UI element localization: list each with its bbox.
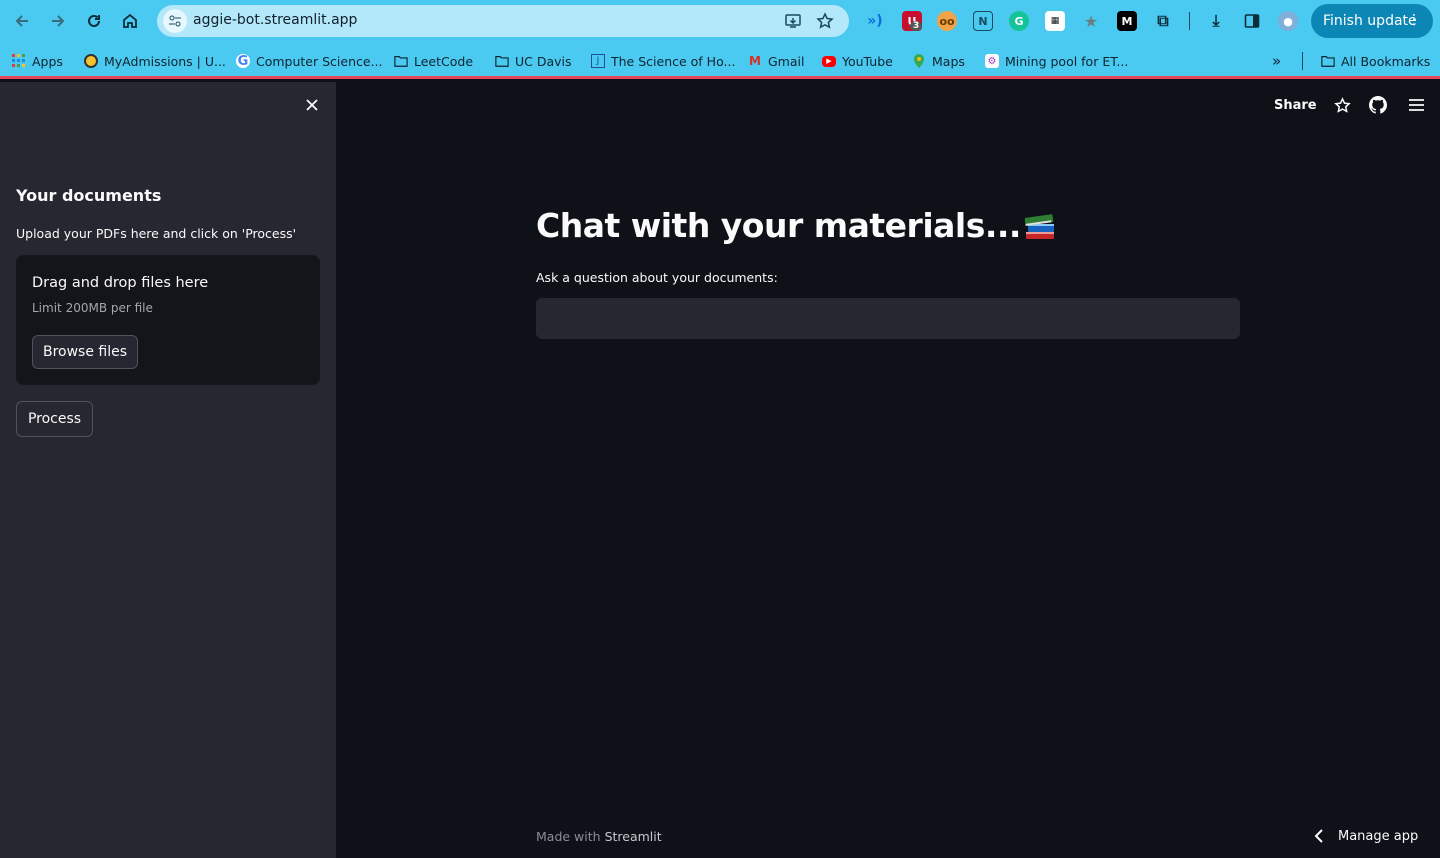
bookmark-label: Mining pool for ET... (1005, 53, 1129, 69)
dropzone-title: Drag and drop files here (32, 275, 209, 291)
page-icon: J (591, 54, 605, 68)
bookmark-uc-davis[interactable]: UC Davis (495, 51, 572, 71)
question-label: Ask a question about your documents: (536, 270, 778, 285)
reload-button[interactable] (81, 8, 107, 34)
sidebar: Your documents Upload your PDFs here and… (0, 82, 336, 858)
downloads-icon[interactable]: ⤓ (1206, 11, 1226, 31)
main-menu-button[interactable] (1406, 95, 1426, 115)
forward-arrow-icon (52, 15, 65, 27)
bookmark-label: The Science of Ho... (611, 53, 736, 69)
hamburger-menu-icon (1408, 99, 1424, 111)
myadmissions-icon (84, 54, 98, 68)
back-button[interactable] (9, 8, 35, 34)
all-bookmarks[interactable]: All Bookmarks (1321, 51, 1430, 71)
back-arrow-icon (15, 15, 28, 27)
bookmark-label: MyAdmissions | U... (104, 53, 226, 69)
manage-app-label: Manage app (1338, 828, 1419, 844)
address-bar[interactable]: aggie-bot.streamlit.app (157, 5, 849, 37)
close-icon (306, 99, 318, 111)
process-button[interactable]: Process (16, 401, 93, 437)
maps-icon (912, 54, 926, 68)
bookmark-youtube[interactable]: ▶ YouTube (822, 51, 893, 71)
extension-medium-icon[interactable]: M (1117, 11, 1137, 31)
bookmark-leetcode[interactable]: LeetCode (394, 51, 473, 71)
extensions-puzzle-icon[interactable]: ⧉ (1153, 11, 1173, 31)
bookmark-label: Maps (932, 53, 965, 69)
extension-shield-icon[interactable]: U 3 (902, 11, 923, 31)
bookmark-science-of-ho[interactable]: J The Science of Ho... (591, 51, 735, 71)
home-button[interactable] (117, 8, 143, 34)
bookmark-mining-pool[interactable]: ⚙ Mining pool for ET... (985, 51, 1128, 71)
bookmark-computer-science[interactable]: G Computer Science... (236, 51, 383, 71)
share-button[interactable]: Share (1274, 95, 1317, 115)
home-icon (123, 13, 137, 28)
forward-button[interactable] (45, 8, 71, 34)
folder-icon (495, 54, 509, 68)
extension-badge: 3 (910, 21, 923, 31)
toolbar-divider (1189, 12, 1190, 30)
more-bookmarks-icon[interactable]: » (1272, 51, 1281, 71)
extension-notion-icon[interactable]: N (973, 11, 993, 31)
dropzone-limit: Limit 200MB per file (32, 301, 153, 315)
books-icon (1024, 213, 1054, 239)
bookmark-label: Gmail (768, 53, 805, 69)
question-input[interactable] (536, 298, 1240, 339)
footer-streamlit-link[interactable]: Streamlit (605, 829, 662, 844)
bookmarks-divider (1302, 52, 1303, 70)
bookmark-label: Apps (32, 53, 63, 69)
github-button[interactable] (1368, 95, 1388, 115)
extension-star-icon[interactable]: ★ (1081, 11, 1101, 31)
extension-grammarly-icon[interactable]: G (1009, 11, 1029, 31)
close-sidebar-button[interactable] (302, 95, 322, 115)
site-info-icon[interactable] (163, 9, 187, 33)
folder-icon (1321, 54, 1335, 68)
finish-update-button[interactable]: Finish update ⋮ (1311, 4, 1433, 38)
finish-update-label: Finish update (1323, 13, 1417, 29)
bookmark-myadmissions[interactable]: MyAdmissions | U... (84, 51, 226, 71)
bookmark-star-icon[interactable] (815, 11, 835, 31)
youtube-icon: ▶ (822, 55, 836, 67)
more-menu-icon: ⋮ (1407, 12, 1421, 28)
url-text: aggie-bot.streamlit.app (193, 12, 358, 28)
bookmark-label: Computer Science... (256, 53, 383, 69)
gmail-icon: M (749, 54, 761, 68)
browse-files-button[interactable]: Browse files (32, 335, 138, 369)
chevron-left-icon (1314, 829, 1323, 843)
profile-avatar[interactable]: ● (1278, 11, 1298, 31)
folder-icon (394, 54, 408, 68)
apps-grid-icon (12, 54, 26, 68)
page-title-text: Chat with your materials... (536, 206, 1021, 245)
extension-glasses-icon[interactable]: oo (937, 11, 957, 31)
google-icon: G (236, 53, 250, 69)
footer-made-with: Made with Streamlit (536, 829, 662, 844)
manage-app-button[interactable]: Manage app (1314, 826, 1418, 846)
all-bookmarks-label: All Bookmarks (1341, 53, 1431, 69)
bookmark-label: LeetCode (414, 53, 474, 69)
browser-toolbar: aggie-bot.streamlit.app ») U 3 oo N G ▦ … (0, 0, 1440, 42)
bookmark-maps[interactable]: Maps (912, 51, 965, 71)
star-icon (1333, 96, 1351, 113)
extension-qr-icon[interactable]: ▦ (1045, 11, 1065, 31)
extension-soundwave-icon[interactable]: ») (865, 11, 885, 31)
sidebar-title: Your documents (16, 186, 162, 205)
star-button[interactable] (1332, 95, 1352, 115)
side-panel-icon[interactable] (1242, 11, 1262, 31)
bookmark-gmail[interactable]: M Gmail (748, 51, 804, 71)
github-icon (1369, 96, 1387, 114)
file-dropzone[interactable]: Drag and drop files here Limit 200MB per… (16, 255, 320, 385)
bookmarks-bar: Apps MyAdmissions | U... G Computer Scie… (0, 42, 1440, 79)
mining-icon: ⚙ (985, 54, 999, 68)
reload-icon (88, 14, 100, 27)
page-title: Chat with your materials... (536, 206, 1057, 245)
bookmark-label: YouTube (842, 53, 893, 69)
bookmark-apps[interactable]: Apps (12, 51, 63, 71)
footer-made-with-text: Made with (536, 829, 601, 844)
bookmark-label: UC Davis (515, 53, 572, 69)
install-app-icon[interactable] (783, 11, 803, 31)
sidebar-subtitle: Upload your PDFs here and click on 'Proc… (16, 226, 297, 241)
